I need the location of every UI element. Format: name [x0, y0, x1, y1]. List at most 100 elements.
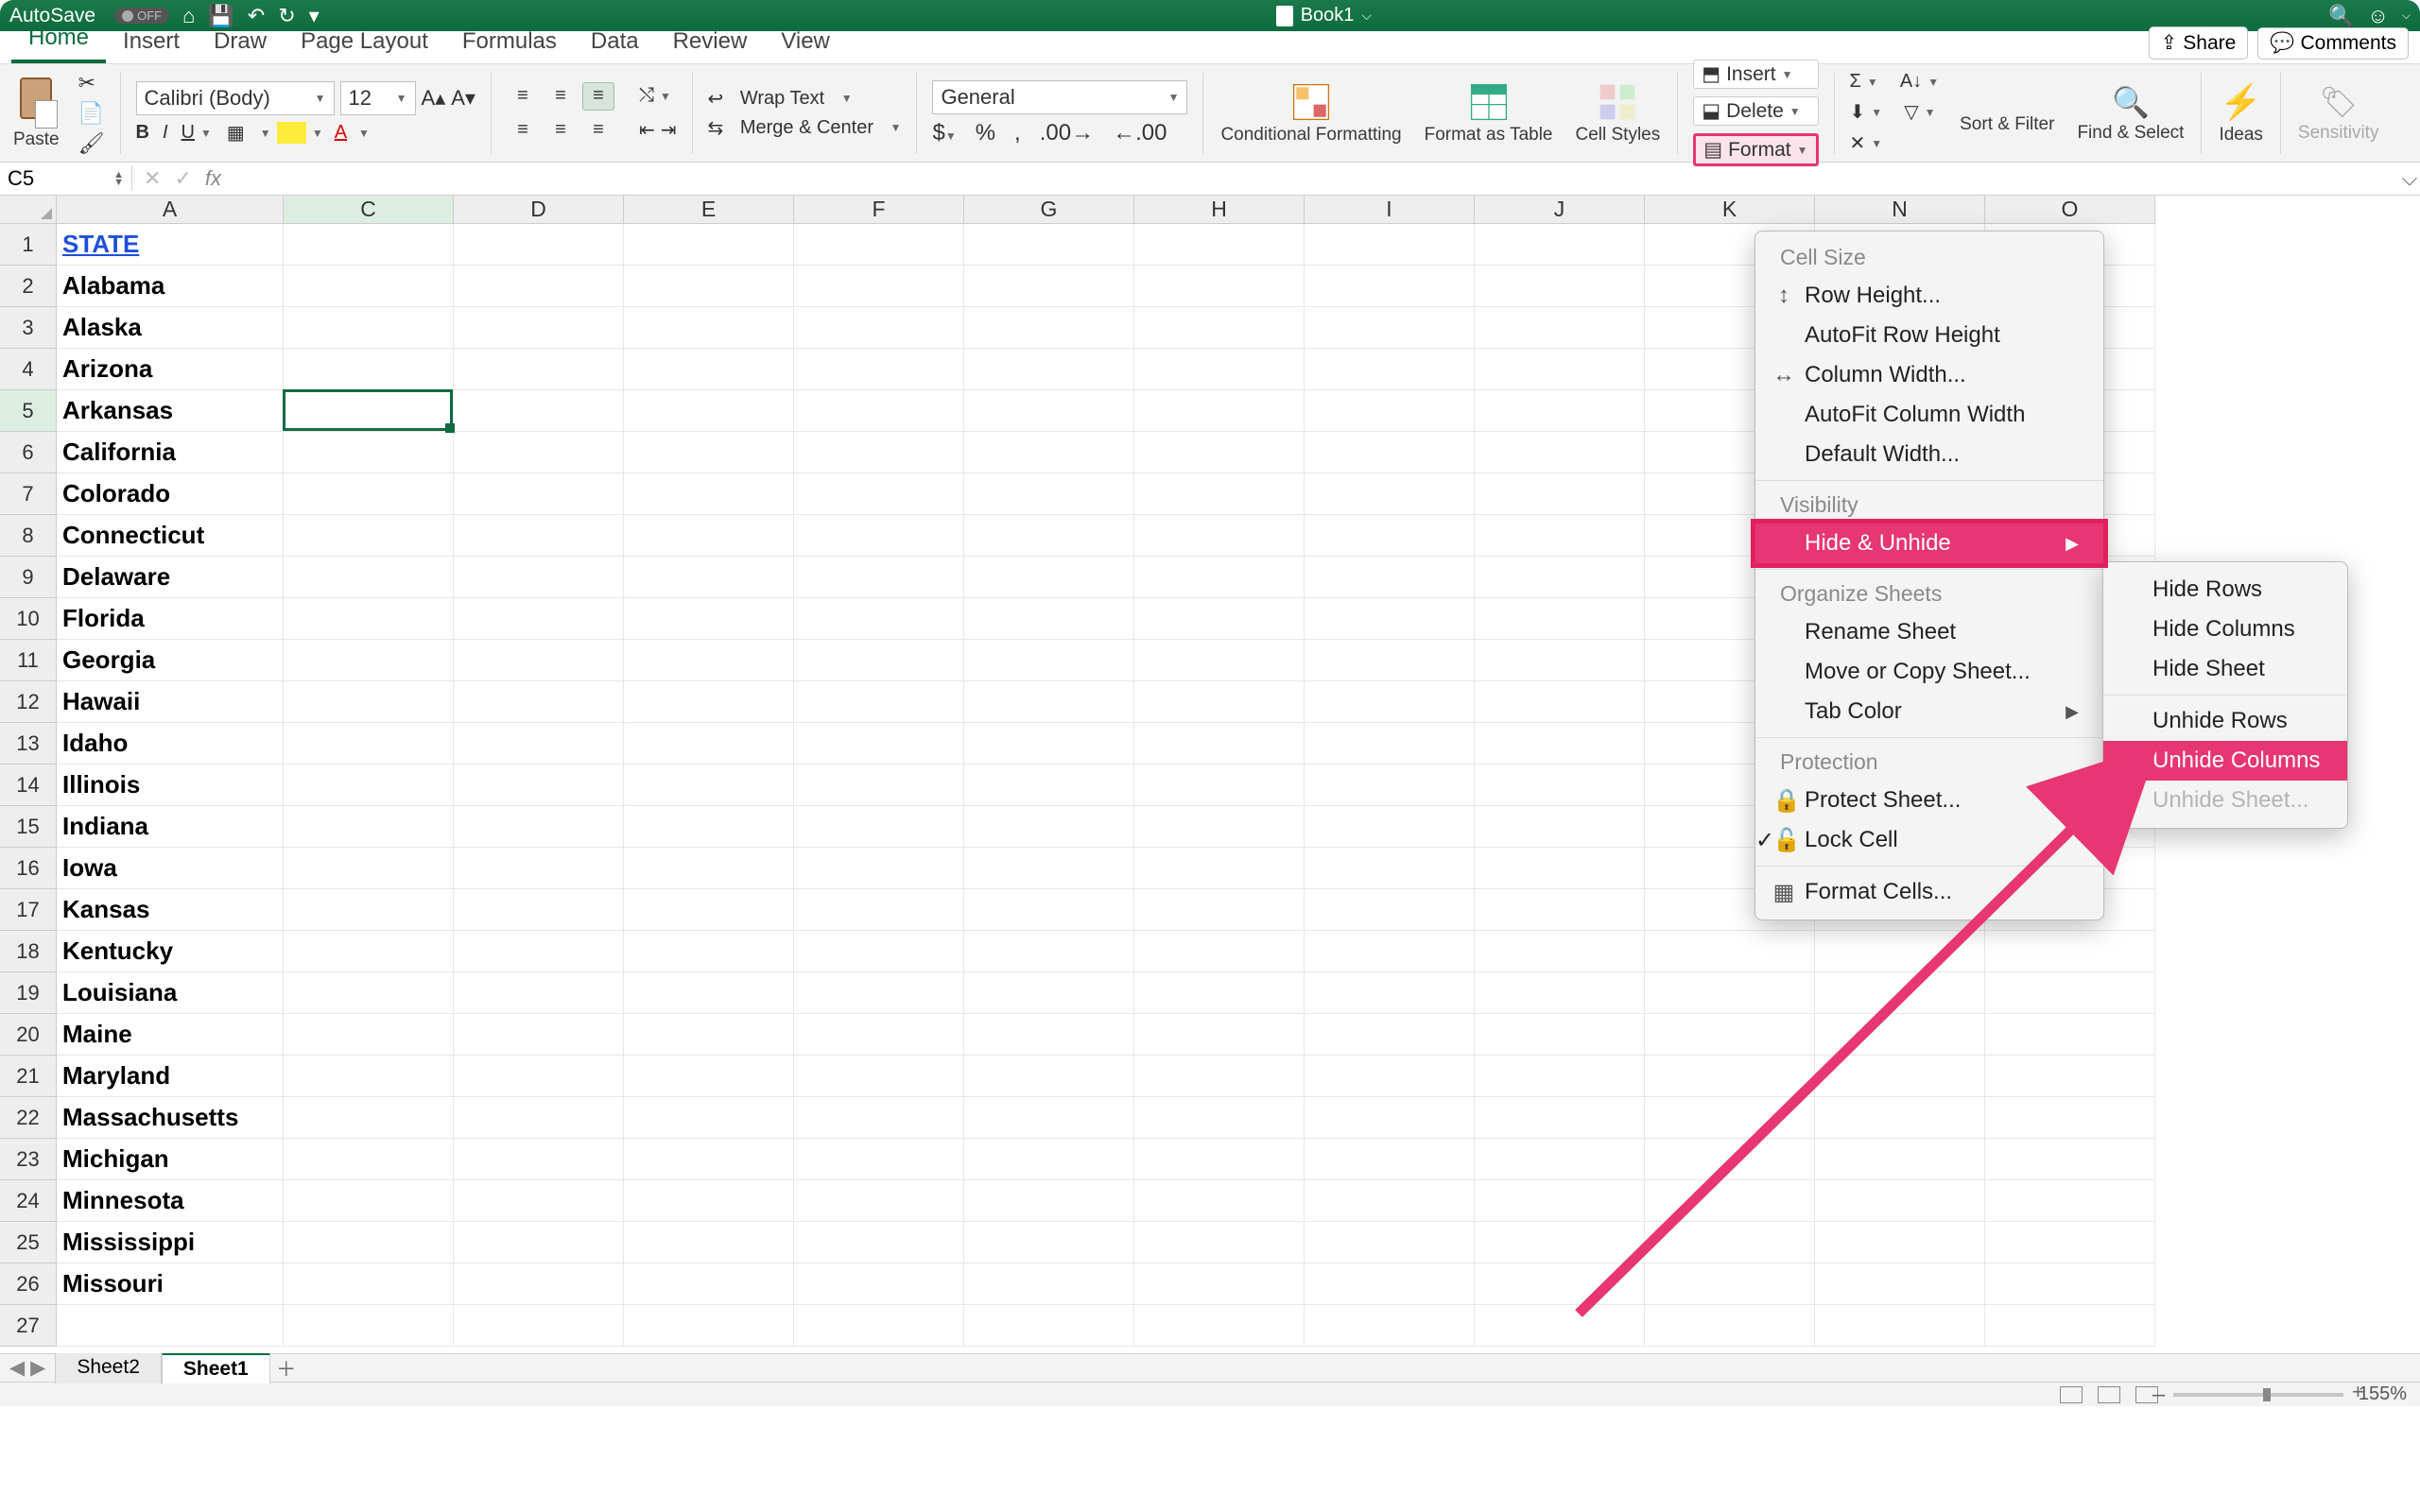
cell[interactable] — [1134, 1180, 1305, 1222]
cell[interactable] — [284, 640, 454, 681]
cell[interactable] — [1305, 307, 1475, 349]
cell[interactable] — [57, 1305, 284, 1347]
copy-icon[interactable]: 📄 — [78, 101, 105, 126]
cell[interactable] — [1475, 307, 1645, 349]
column-headers[interactable]: ACDEFGHIJKNO — [57, 196, 2155, 224]
cell[interactable] — [1475, 1097, 1645, 1139]
cell[interactable] — [794, 557, 964, 598]
cell[interactable]: Arkansas — [57, 390, 284, 432]
cell[interactable] — [454, 1097, 624, 1139]
submenu-item-unhide-rows[interactable]: Unhide Rows — [2103, 701, 2347, 741]
col-header-H[interactable]: H — [1134, 196, 1305, 223]
cell[interactable] — [1645, 1305, 1815, 1347]
cell[interactable] — [454, 1014, 624, 1056]
cell[interactable] — [1475, 1222, 1645, 1263]
cell[interactable] — [1815, 1097, 1985, 1139]
paste-button[interactable]: Paste — [13, 77, 60, 149]
cell[interactable] — [1815, 972, 1985, 1014]
cell[interactable] — [1134, 307, 1305, 349]
cell[interactable] — [1475, 432, 1645, 473]
sheet-tab-sheet1[interactable]: Sheet1 — [162, 1352, 270, 1383]
fill-icon[interactable]: ⬇ — [1850, 100, 1866, 124]
merge-center-button[interactable]: ⇆ Merge & Center ▼ — [708, 116, 902, 140]
cell[interactable] — [1645, 1097, 1815, 1139]
cell[interactable] — [624, 1222, 794, 1263]
cell[interactable] — [284, 224, 454, 266]
cell[interactable] — [1134, 432, 1305, 473]
cell[interactable] — [624, 432, 794, 473]
cell[interactable] — [964, 307, 1134, 349]
align-left[interactable]: ≡ — [507, 116, 539, 145]
menu-item-default-width[interactable]: Default Width... — [1755, 435, 2103, 474]
cell[interactable] — [284, 557, 454, 598]
cell[interactable] — [454, 266, 624, 307]
row-header-11[interactable]: 11 — [0, 640, 56, 681]
ideas[interactable]: ⚡Ideas — [2211, 82, 2270, 145]
cell[interactable] — [454, 307, 624, 349]
col-header-F[interactable]: F — [794, 196, 964, 223]
menu-item-format-cells[interactable]: ▦Format Cells... — [1755, 872, 2103, 912]
cell[interactable]: Alaska — [57, 307, 284, 349]
cell[interactable] — [1134, 515, 1305, 557]
cell[interactable] — [794, 307, 964, 349]
cell[interactable] — [454, 848, 624, 889]
currency-icon[interactable]: $▼ — [932, 120, 956, 146]
cell[interactable] — [794, 266, 964, 307]
cell[interactable] — [1645, 1139, 1815, 1180]
row-header-16[interactable]: 16 — [0, 848, 56, 889]
cell[interactable] — [794, 432, 964, 473]
cell[interactable] — [1305, 557, 1475, 598]
number-format-select[interactable]: General▼ — [932, 80, 1187, 114]
cell[interactable] — [624, 1180, 794, 1222]
account-caret-icon[interactable]: ⌵ — [2402, 9, 2411, 23]
tab-draw[interactable]: Draw — [197, 22, 284, 63]
cell[interactable] — [794, 598, 964, 640]
row-header-14[interactable]: 14 — [0, 765, 56, 806]
row-header-9[interactable]: 9 — [0, 557, 56, 598]
tab-page-layout[interactable]: Page Layout — [284, 22, 445, 63]
cell[interactable] — [1475, 723, 1645, 765]
menu-item-rename-sheet[interactable]: Rename Sheet — [1755, 612, 2103, 652]
page-layout-view-icon[interactable] — [2098, 1386, 2120, 1403]
cell[interactable] — [454, 1222, 624, 1263]
cell[interactable] — [794, 640, 964, 681]
cell[interactable]: Missouri — [57, 1263, 284, 1305]
cell[interactable]: Indiana — [57, 806, 284, 848]
cell[interactable] — [964, 889, 1134, 931]
cut-icon[interactable]: ✂ — [78, 71, 105, 95]
cell[interactable]: Michigan — [57, 1139, 284, 1180]
cell[interactable] — [284, 1139, 454, 1180]
cell[interactable]: STATE — [57, 224, 284, 266]
cell[interactable] — [624, 224, 794, 266]
cell[interactable] — [624, 598, 794, 640]
row-header-17[interactable]: 17 — [0, 889, 56, 931]
cell[interactable] — [964, 515, 1134, 557]
cell[interactable] — [1134, 1139, 1305, 1180]
cell[interactable]: Iowa — [57, 848, 284, 889]
cell[interactable] — [284, 390, 454, 432]
cell[interactable] — [284, 598, 454, 640]
row-header-13[interactable]: 13 — [0, 723, 56, 765]
cell[interactable] — [1475, 473, 1645, 515]
tab-view[interactable]: View — [764, 22, 847, 63]
format-as-table[interactable]: Format as Table — [1417, 82, 1561, 145]
cell[interactable] — [624, 972, 794, 1014]
cell[interactable] — [1815, 1014, 1985, 1056]
cell[interactable] — [1305, 765, 1475, 806]
cell[interactable] — [1305, 390, 1475, 432]
cell[interactable] — [284, 349, 454, 390]
row-header-20[interactable]: 20 — [0, 1014, 56, 1056]
cell[interactable] — [1134, 681, 1305, 723]
cell[interactable]: Arizona — [57, 349, 284, 390]
cell[interactable] — [794, 723, 964, 765]
menu-item-protect-sheet[interactable]: 🔒Protect Sheet... — [1755, 781, 2103, 820]
cell[interactable] — [454, 681, 624, 723]
cell[interactable] — [1305, 931, 1475, 972]
cancel-icon[interactable]: ✕ — [144, 166, 161, 191]
menu-item-row-height[interactable]: ↕Row Height... — [1755, 276, 2103, 316]
conditional-formatting[interactable]: Conditional Formatting — [1213, 82, 1409, 145]
cell[interactable] — [794, 931, 964, 972]
cell[interactable] — [624, 1305, 794, 1347]
submenu-item-hide-sheet[interactable]: Hide Sheet — [2103, 649, 2347, 689]
row-header-8[interactable]: 8 — [0, 515, 56, 557]
